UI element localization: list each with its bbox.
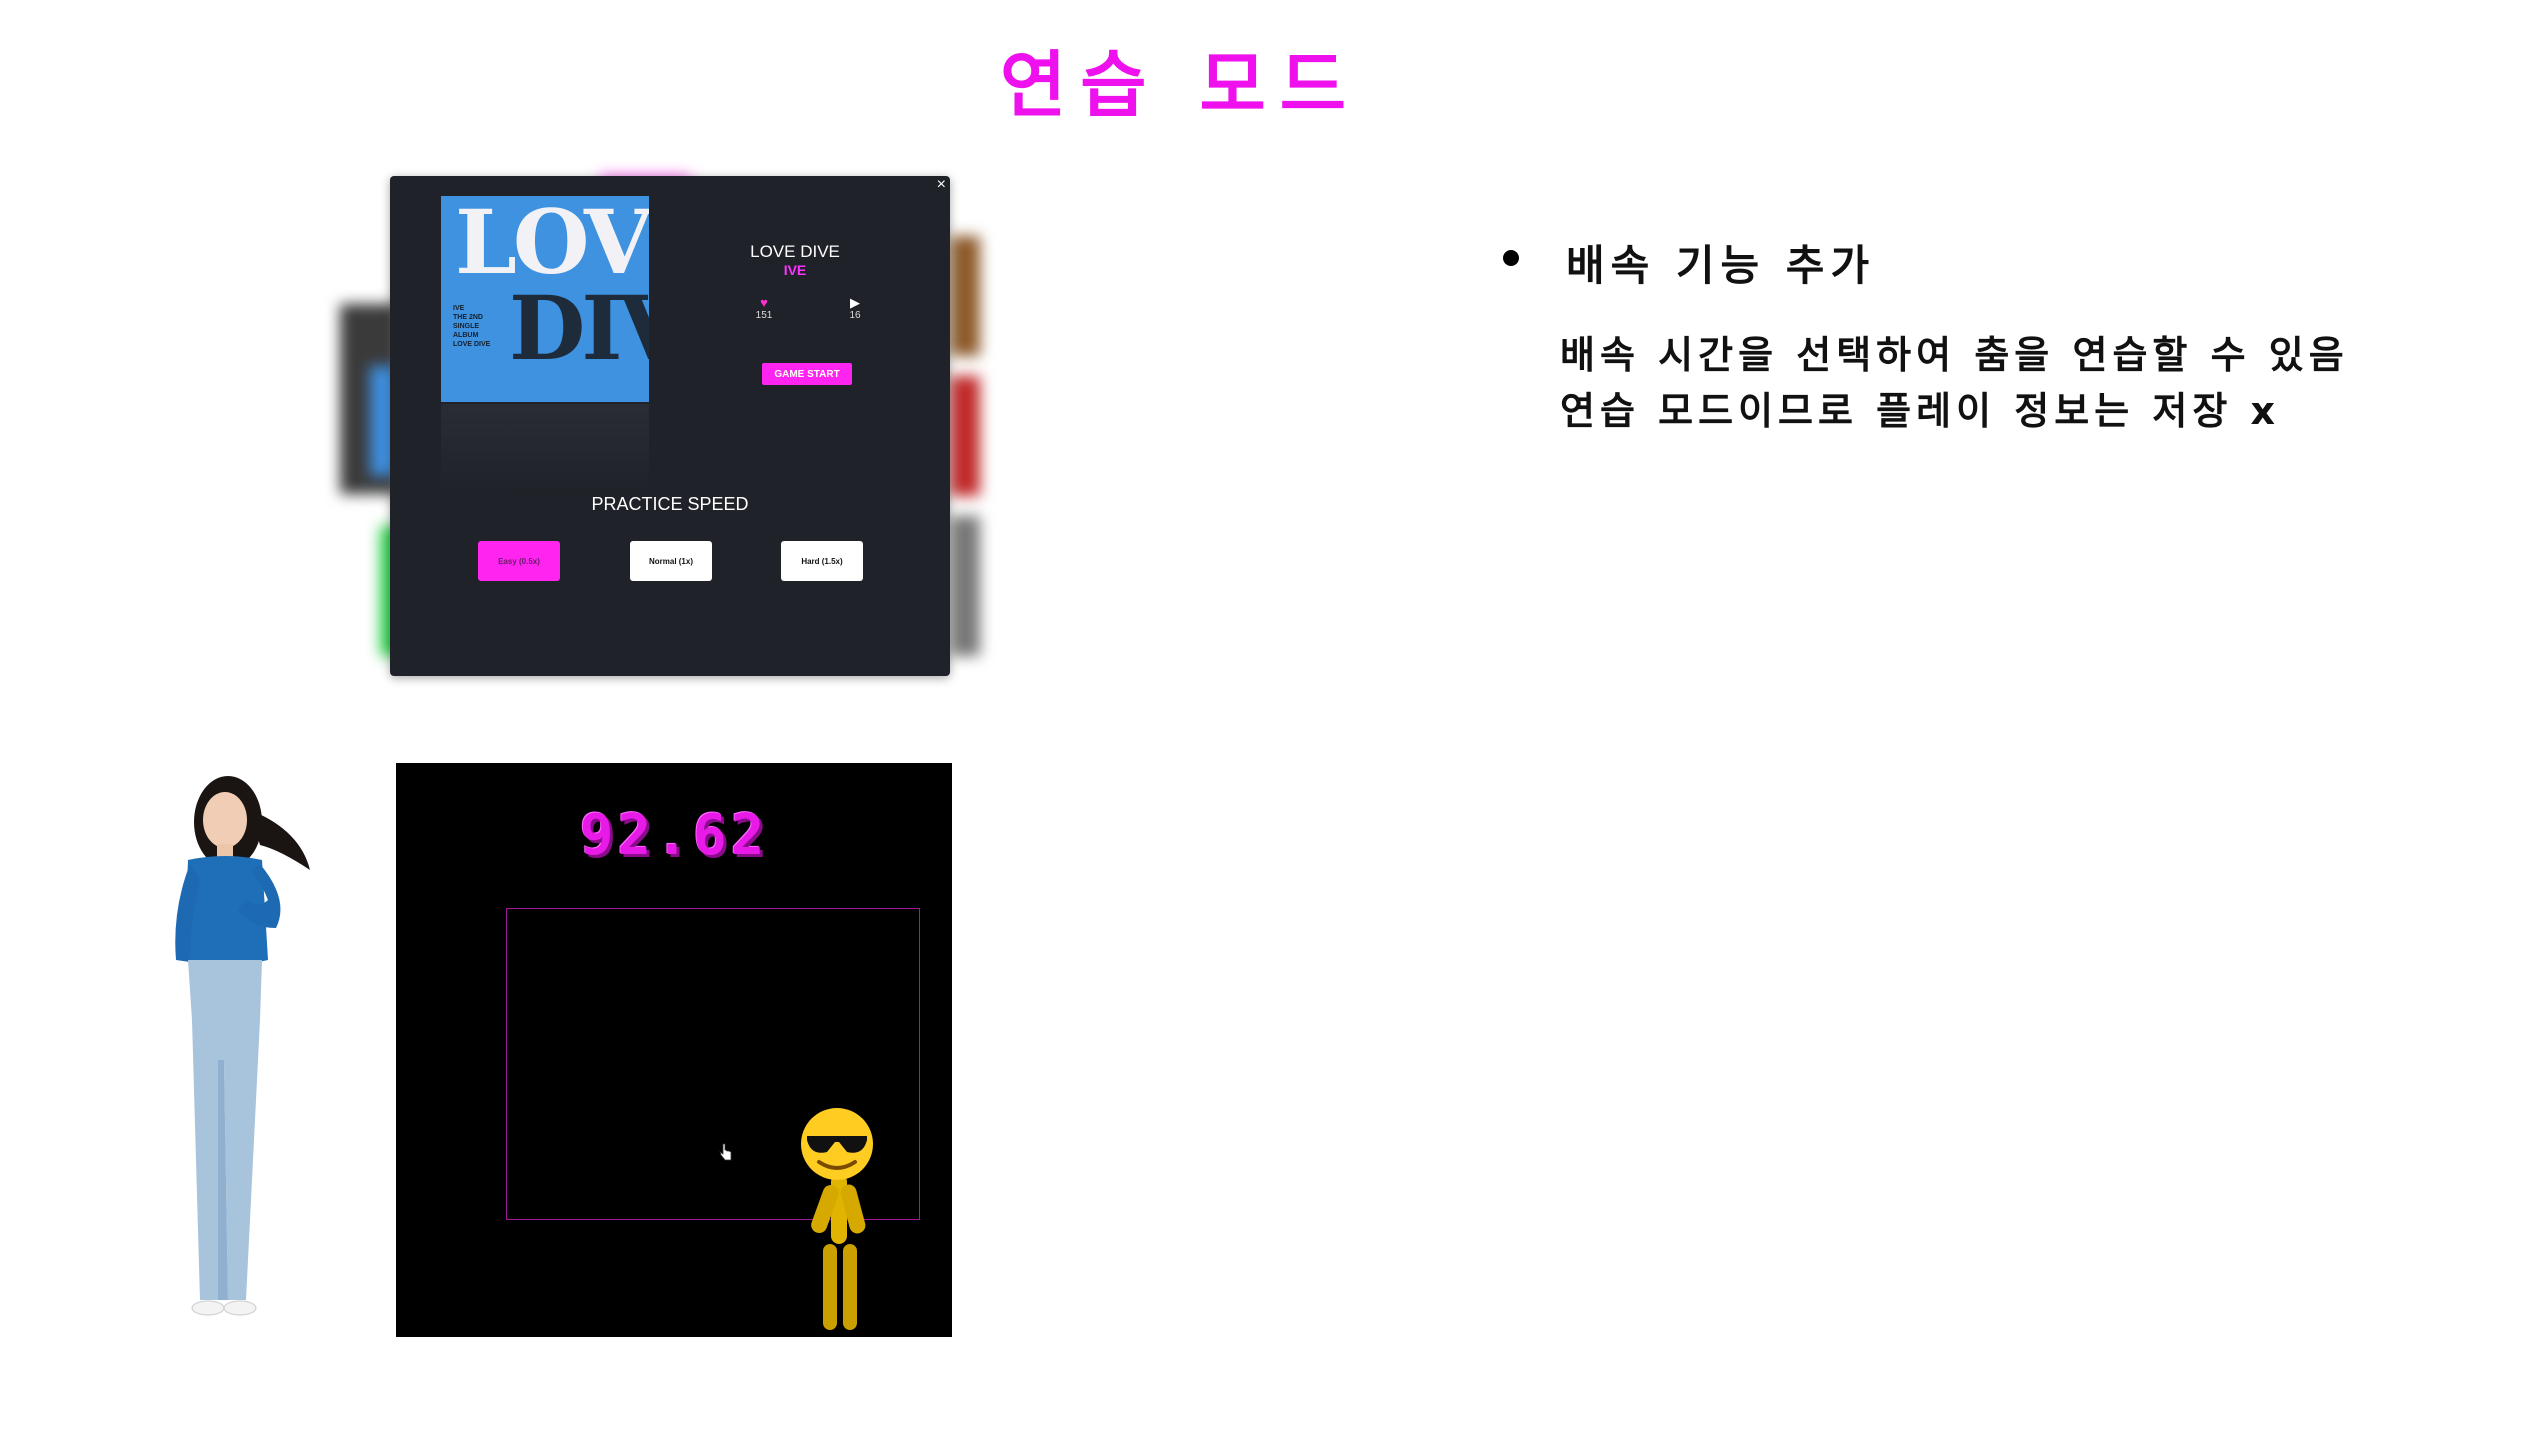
album-cover: LOVE DIVE IVE THE 2ND SINGLE ALBUM LOVE … [441, 196, 649, 402]
game-start-button[interactable]: GAME START [762, 363, 852, 385]
speed-easy-button[interactable]: Easy (0.5x) [478, 541, 560, 581]
pose-detection-area [506, 908, 920, 1330]
feature-description-line: 배속 시간을 선택하여 춤을 연습할 수 있음 [1560, 333, 2349, 377]
song-title: LOVE DIVE [750, 242, 840, 261]
sunglasses-emoji-avatar [801, 1108, 873, 1330]
bullet-icon [1503, 250, 1519, 266]
heart-icon: ♥ [760, 295, 768, 310]
feature-heading: 배속 기능 추가 [1566, 241, 1876, 290]
score-display: 92.62 [579, 803, 769, 868]
play-icon: ▶ [850, 295, 860, 310]
album-cover-reflection [441, 404, 649, 494]
album-cover-title-bottom: DIVE [509, 276, 649, 380]
likes-stat: ♥ 151 [744, 295, 784, 322]
pointer-cursor-icon [719, 1143, 732, 1161]
plays-count: 16 [849, 310, 861, 321]
speed-normal-button[interactable]: Normal (1x) [630, 541, 712, 581]
song-artist: IVE [783, 262, 807, 278]
dancer-reference-image [175, 776, 310, 1316]
slide-title: 연습 모드 [999, 43, 1361, 127]
plays-stat: ▶ 16 [835, 295, 875, 322]
speed-hard-button[interactable]: Hard (1.5x) [781, 541, 863, 581]
practice-speed-title: PRACTICE SPEED [591, 494, 749, 514]
game-screen: 92.62 [396, 763, 952, 1337]
song-detail-modal: × LOVE DIVE IVE THE 2ND SINGLE ALBUM LOV… [390, 176, 950, 676]
album-cover-caption: IVE THE 2ND SINGLE ALBUM LOVE DIVE [453, 305, 491, 348]
likes-count: 151 [755, 310, 773, 321]
feature-description-line: 연습 모드이므로 플레이 정보는 저장 x [1560, 389, 2281, 433]
album-cover-title-top: LOVE [455, 196, 649, 294]
close-icon[interactable]: × [937, 176, 946, 194]
